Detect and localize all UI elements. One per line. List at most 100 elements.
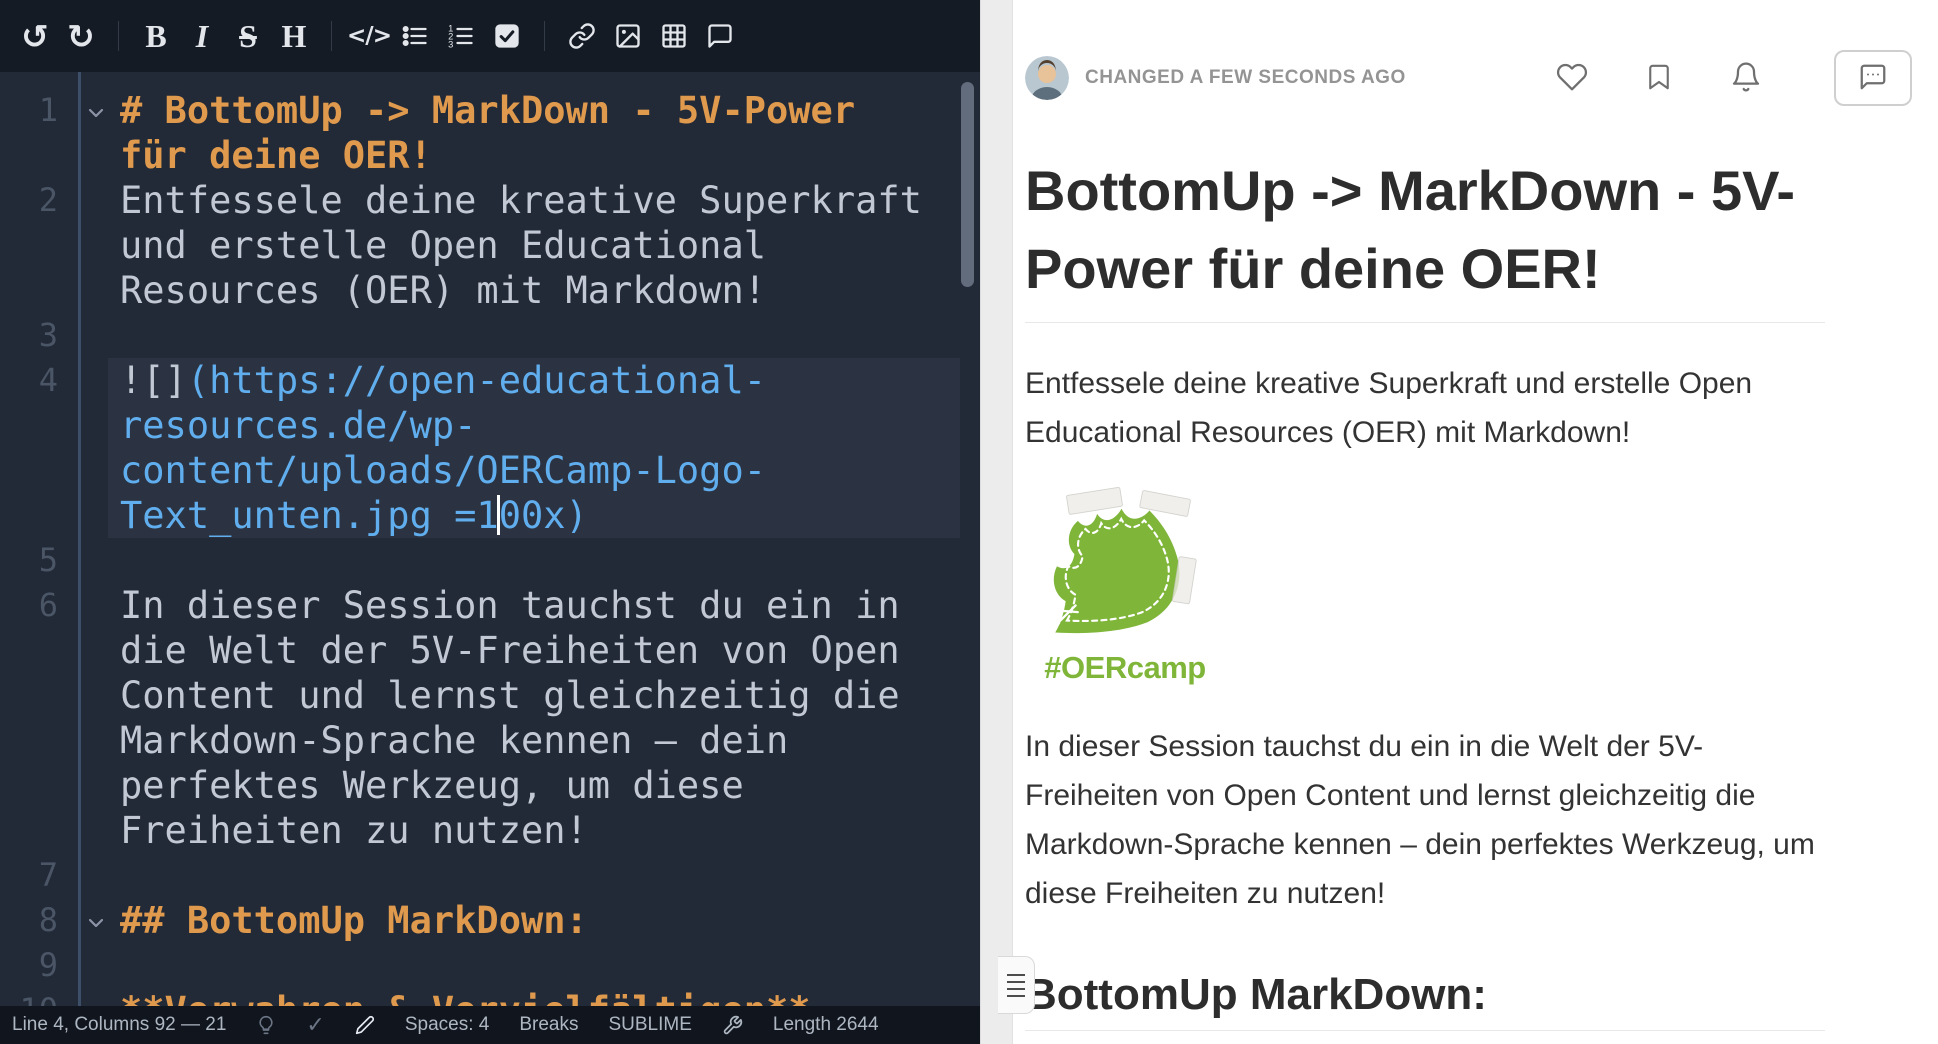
link-button[interactable]	[559, 12, 605, 60]
line-number: 3	[0, 313, 108, 358]
oercamp-flame-graphic	[1030, 493, 1220, 643]
line-gutter: 2	[0, 178, 108, 313]
code-row	[120, 538, 948, 583]
bold-button[interactable]: B	[133, 12, 179, 60]
fold-chevron-icon[interactable]	[88, 914, 104, 933]
code-row: Entfessele deine kreative Superkraft	[120, 178, 948, 223]
editor-line: 5	[0, 538, 960, 583]
editor-line-content[interactable]: **Verwahren & Vervielfältigen**	[108, 988, 960, 1006]
code-row: ![](https://open-educational-	[120, 358, 948, 403]
line-number: 5	[0, 538, 108, 583]
italic-button[interactable]: I	[179, 12, 225, 60]
doc-subheading: BottomUp MarkDown:	[1025, 970, 1825, 1031]
editor-pane: ↺ ↻ B I S H </>	[0, 0, 980, 1044]
code-segment: Resources (OER) mit Markdown!	[120, 269, 766, 312]
bookmark-button[interactable]	[1644, 61, 1674, 96]
line-gutter: 8	[0, 898, 108, 943]
undo-button[interactable]: ↺	[12, 12, 58, 60]
code-row: für deine OER!	[120, 133, 948, 178]
editor-line: 7	[0, 853, 960, 898]
check-icon: ✓	[306, 1012, 324, 1038]
keymap-setting[interactable]: SUBLIME	[608, 1014, 691, 1036]
preview-actions	[1556, 50, 1912, 106]
image-button[interactable]	[605, 12, 651, 60]
line-gutter: 4	[0, 358, 108, 538]
oercamp-logo-text: #OERcamp	[1025, 650, 1225, 686]
editor-line-content[interactable]	[108, 853, 960, 898]
bullet-list-icon	[401, 22, 429, 50]
line-number: 9	[0, 943, 108, 988]
code-editor[interactable]: 1# BottomUp -> MarkDown - 5V-Powerfür de…	[0, 72, 980, 1006]
editor-line-content[interactable]	[108, 943, 960, 988]
table-icon	[660, 22, 688, 50]
numbered-list-icon: 1 2 3	[447, 22, 475, 50]
bookmark-icon	[1644, 61, 1674, 96]
oercamp-logo: #OERcamp	[1025, 493, 1225, 686]
code-segment: 00x)	[499, 494, 588, 537]
editor-line-content[interactable]: ![](https://open-educational-resources.d…	[108, 358, 960, 538]
brush-icon[interactable]	[355, 1015, 375, 1035]
redo-button[interactable]: ↻	[58, 12, 104, 60]
line-gutter: 7	[0, 853, 108, 898]
code-segment: die Welt der 5V-Freiheiten von Open	[120, 629, 900, 672]
strikethrough-button[interactable]: S	[225, 12, 271, 60]
doc-title: BottomUp -> MarkDown - 5V-Power für dein…	[1025, 152, 1825, 323]
hackmd-app: ↺ ↻ B I S H </>	[0, 0, 1938, 1044]
line-number: 4	[0, 358, 108, 403]
editor-line-content[interactable]: # BottomUp -> MarkDown - 5V-Powerfür dei…	[108, 88, 960, 178]
editor-line: 2Entfessele deine kreative Superkraftund…	[0, 178, 960, 313]
fold-chevron-icon[interactable]	[88, 104, 104, 123]
bold-icon: B	[145, 20, 166, 52]
code-segment: # BottomUp -> MarkDown - 5V-Power	[120, 89, 855, 132]
notification-button[interactable]	[1730, 61, 1762, 96]
table-button[interactable]	[651, 12, 697, 60]
line-number: 6	[0, 583, 108, 628]
doc-paragraph-2: In dieser Session tauchst du ein in die …	[1025, 722, 1825, 918]
toolbar-separator	[118, 21, 119, 51]
code-row	[120, 853, 948, 898]
code-row: Markdown-Sprache kennen – dein	[120, 718, 948, 763]
toc-toggle-handle[interactable]	[998, 956, 1035, 1014]
line-number: 7	[0, 853, 108, 898]
editor-scrollbar[interactable]	[961, 82, 974, 287]
editor-line-content[interactable]: Entfessele deine kreative Superkraftund …	[108, 178, 960, 313]
code-segment: **Verwahren & Vervielfältigen**	[120, 989, 811, 1006]
heading-button[interactable]: H	[271, 12, 317, 60]
code-button[interactable]: </>	[346, 12, 392, 60]
toolbar-separator	[544, 21, 545, 51]
image-icon	[614, 22, 642, 50]
code-row: Text_unten.jpg =100x)	[120, 493, 948, 538]
changed-status: CHANGED A FEW SECONDS AGO	[1085, 67, 1406, 89]
wrench-icon[interactable]	[722, 1015, 743, 1036]
lightbulb-icon[interactable]	[256, 1015, 276, 1035]
code-icon: </>	[347, 23, 391, 49]
code-row: perfektes Werkzeug, um diese	[120, 763, 948, 808]
checklist-button[interactable]	[484, 12, 530, 60]
undo-icon: ↺	[21, 20, 49, 53]
editor-line-content[interactable]: ## BottomUp MarkDown:	[108, 898, 960, 943]
like-button[interactable]	[1556, 61, 1588, 96]
editor-line-content[interactable]	[108, 313, 960, 358]
svg-text:3: 3	[448, 40, 453, 50]
comment-button[interactable]	[697, 12, 743, 60]
bullet-list-button[interactable]	[392, 12, 438, 60]
indent-setting[interactable]: Spaces: 4	[405, 1014, 490, 1036]
split-divider[interactable]	[980, 0, 1013, 1044]
editor-line: 6In dieser Session tauchst du ein indie …	[0, 583, 960, 853]
doc-paragraph-1: Entfessele deine kreative Superkraft und…	[1025, 359, 1825, 457]
avatar[interactable]	[1025, 56, 1069, 100]
code-segment: Freiheiten zu nutzen!	[120, 809, 588, 852]
code-segment: content/uploads/OERCamp-Logo-	[120, 449, 766, 492]
code-row: In dieser Session tauchst du ein in	[120, 583, 948, 628]
open-comments-button[interactable]	[1834, 50, 1912, 106]
editor-statusbar: Line 4, Columns 92 — 21 ✓ Spaces: 4 Brea…	[0, 1006, 980, 1044]
editor-line-content[interactable]: In dieser Session tauchst du ein indie W…	[108, 583, 960, 853]
linebreak-setting[interactable]: Breaks	[519, 1014, 578, 1036]
code-segment: ![]	[120, 359, 187, 402]
code-row: **Verwahren & Vervielfältigen**	[120, 988, 948, 1006]
heart-icon	[1556, 61, 1588, 96]
editor-line-content[interactable]	[108, 538, 960, 583]
code-segment: resources.de/wp-	[120, 404, 476, 447]
rendered-markdown: BottomUp -> MarkDown - 5V-Power für dein…	[1025, 152, 1825, 1031]
numbered-list-button[interactable]: 1 2 3	[438, 12, 484, 60]
